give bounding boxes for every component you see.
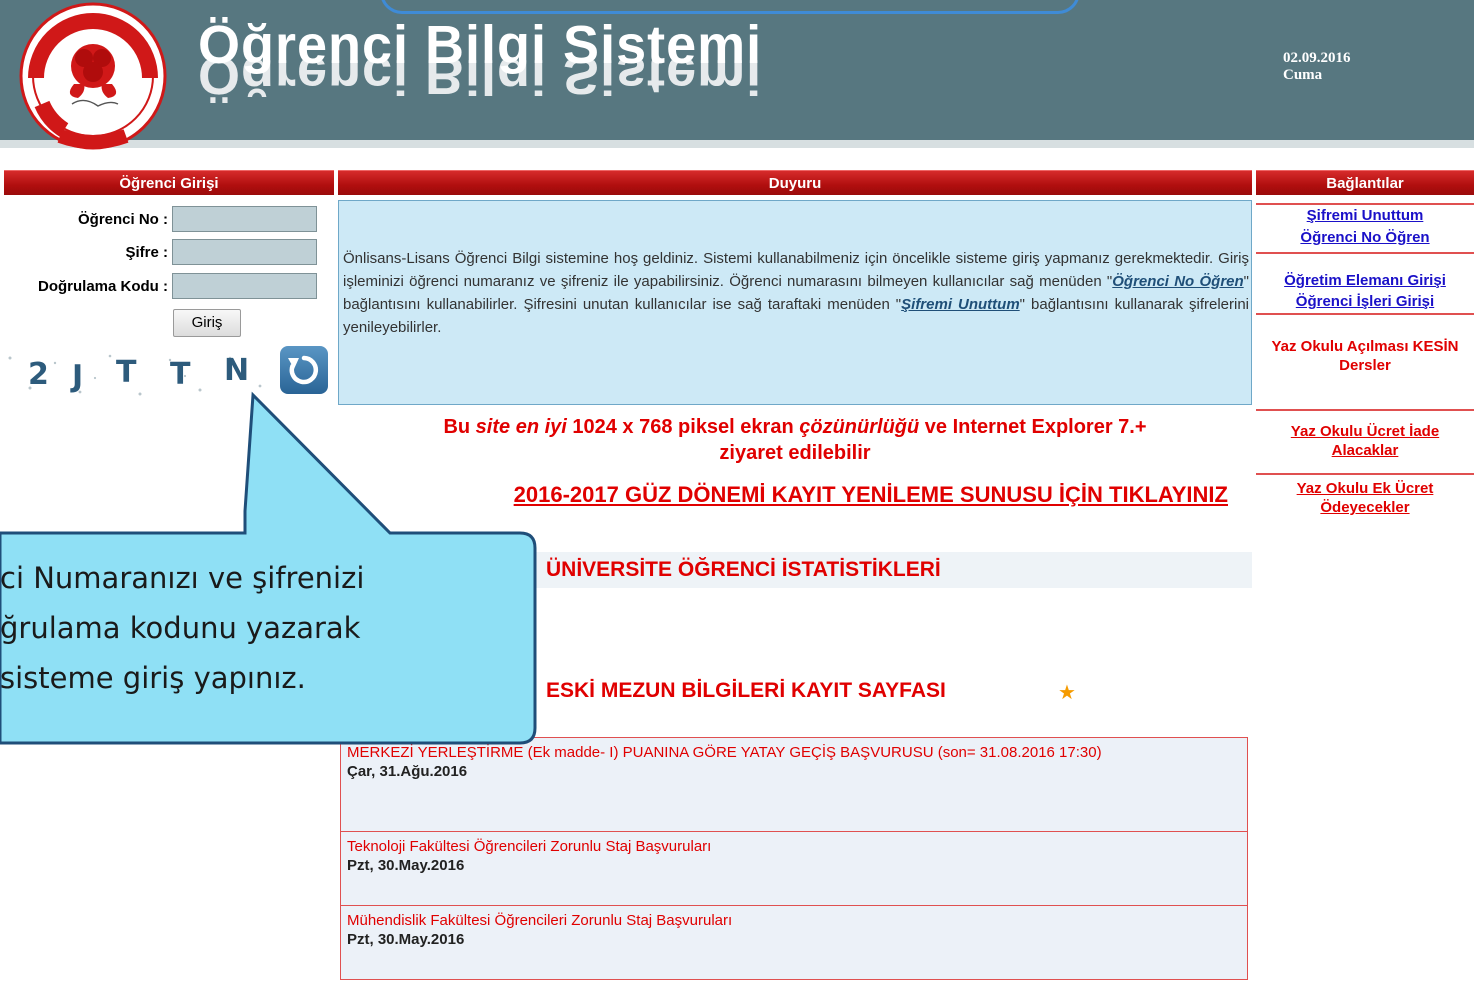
captcha-label: Doğrulama Kodu : bbox=[38, 278, 168, 295]
login-section-bar: Öğrenci Girişi bbox=[4, 170, 334, 195]
student-no-label: Öğrenci No : bbox=[77, 211, 168, 228]
current-day: Cuma bbox=[1283, 67, 1323, 83]
student-affairs-login-link[interactable]: Öğrenci İşleri Girişi bbox=[1258, 292, 1472, 311]
news-item[interactable]: Mühendislik Fakültesi Öğrencileri Zorunl… bbox=[341, 906, 1247, 979]
summer-refund-link[interactable]: Yaz Okulu Ücret İade Alacaklar bbox=[1258, 422, 1472, 460]
header-tab-outline bbox=[380, 0, 1080, 14]
callout-text: ci Numaranızı ve şifrenizi ğrulama kodun… bbox=[0, 553, 535, 703]
notice-part: çözünürlüğü bbox=[799, 416, 920, 438]
captcha-char-5: N bbox=[224, 353, 249, 388]
news-title[interactable]: Teknoloji Fakültesi Öğrencileri Zorunlu … bbox=[347, 838, 1241, 856]
forgot-password-inline-link[interactable]: Şifremi Unuttum bbox=[901, 296, 1020, 313]
notice-part: ve Internet Explorer 7.+ bbox=[919, 416, 1147, 438]
link-divider bbox=[1256, 409, 1474, 411]
student-no-input[interactable] bbox=[172, 206, 317, 232]
news-list: MERKEZİ YERLEŞTİRME (Ek madde- I) PUANIN… bbox=[340, 737, 1248, 980]
callout-line: ci Numaranızı ve şifrenizi bbox=[0, 561, 365, 595]
news-date: Pzt, 30.May.2016 bbox=[347, 931, 465, 948]
announcement-section-bar: Duyuru bbox=[338, 170, 1252, 195]
alumni-registration-link[interactable]: ESKİ MEZUN BİLGİLERİ KAYIT SAYFASI bbox=[546, 679, 946, 703]
announcement-box: Önlisans-Lisans Öğrenci Bilgi sistemine … bbox=[338, 200, 1252, 405]
news-item[interactable]: Teknoloji Fakültesi Öğrencileri Zorunlu … bbox=[341, 832, 1247, 906]
callout-line: ğrulama kodunu yazarak bbox=[0, 611, 361, 645]
news-date: Pzt, 30.May.2016 bbox=[347, 857, 465, 874]
link-divider bbox=[1256, 252, 1474, 254]
link-divider bbox=[1256, 313, 1474, 315]
header: Öğrenci Bilgi Sistemi Öğrenci Bilgi Sist… bbox=[0, 0, 1474, 150]
password-input[interactable] bbox=[172, 239, 317, 265]
password-label: Şifre : bbox=[125, 244, 168, 261]
date-block: 02.09.2016 Cuma bbox=[1283, 50, 1351, 84]
summer-courses-link[interactable]: Yaz Okulu Açılması KESİN Dersler bbox=[1258, 337, 1472, 375]
news-date: Çar, 31.Ağu.2016 bbox=[347, 763, 468, 780]
link-divider bbox=[1256, 203, 1474, 205]
callout-line: sisteme giriş yapınız. bbox=[0, 661, 306, 695]
forgot-password-link[interactable]: Şifremi Unuttum bbox=[1258, 206, 1472, 225]
site-title-reflection: Öğrenci Bilgi Sistemi bbox=[198, 60, 763, 106]
star-icon: ★ bbox=[1058, 682, 1076, 704]
student-statistics-link[interactable]: ÜNİVERSİTE ÖĞRENCİ İSTATİSTİKLERİ bbox=[546, 558, 941, 582]
links-section-bar: Bağlantılar bbox=[1256, 170, 1474, 195]
login-button[interactable]: Giriş bbox=[173, 309, 241, 337]
captcha-input[interactable] bbox=[172, 273, 317, 299]
notice-part: 1024 x 768 piksel ekran bbox=[566, 416, 800, 438]
learn-student-no-link[interactable]: Öğrenci No Öğren bbox=[1258, 228, 1472, 247]
current-date: 02.09.2016 bbox=[1283, 50, 1351, 66]
link-divider bbox=[1256, 473, 1474, 475]
learn-student-no-inline-link[interactable]: Öğrenci No Öğren bbox=[1112, 273, 1243, 290]
staff-login-link[interactable]: Öğretim Elemanı Girişi bbox=[1258, 271, 1472, 290]
announcement-text: Önlisans-Lisans Öğrenci Bilgi sistemine … bbox=[343, 247, 1249, 339]
news-title[interactable]: Mühendislik Fakültesi Öğrencileri Zorunl… bbox=[347, 912, 1241, 930]
summer-extra-fee-link[interactable]: Yaz Okulu Ek Ücret Ödeyecekler bbox=[1258, 479, 1472, 517]
university-logo[interactable] bbox=[14, 0, 172, 150]
